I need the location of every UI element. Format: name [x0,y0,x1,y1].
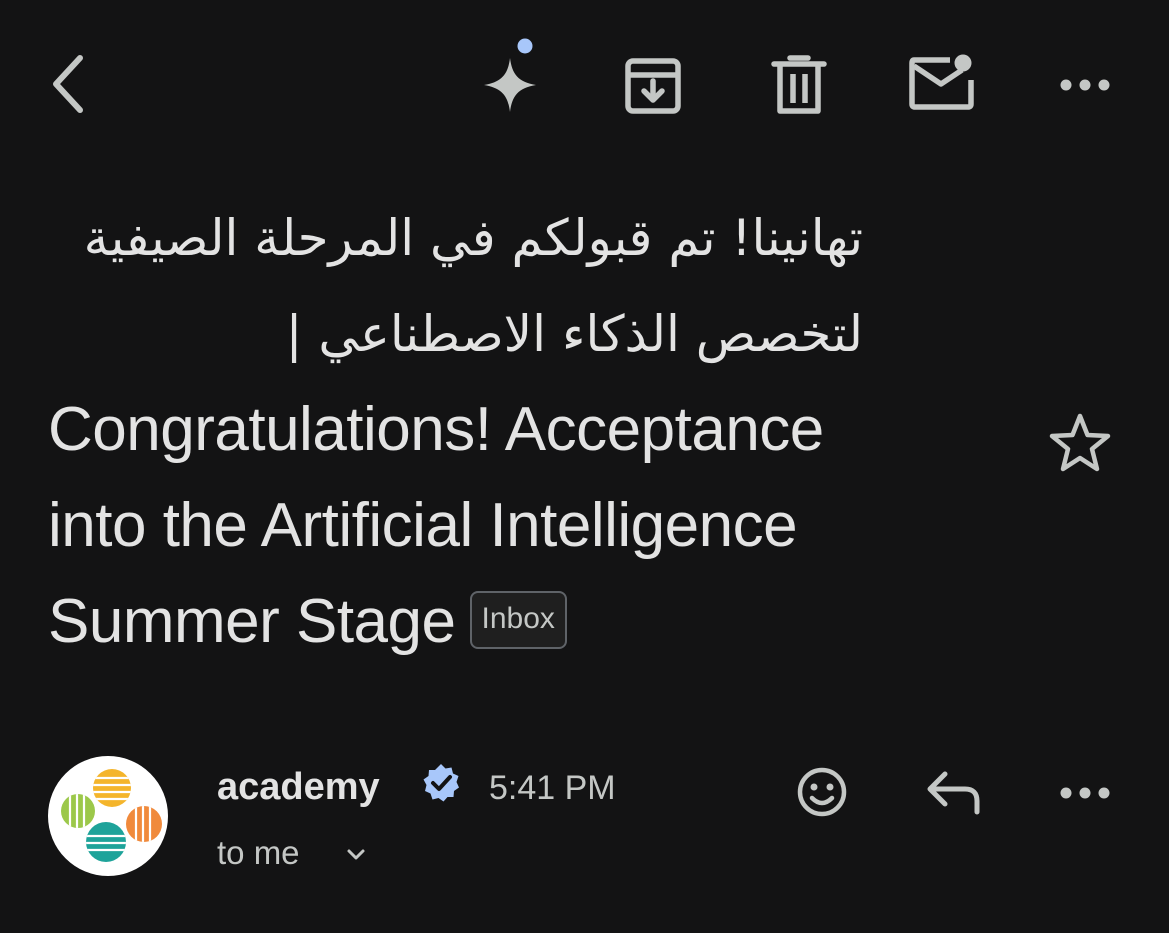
chevron-down-icon[interactable] [341,840,371,870]
academy-logo-icon [61,769,162,862]
reply-icon [927,771,980,815]
subject-arabic-line-1: تهانينا! تم قبولكم في المرحلة الصيفية [83,209,863,267]
gemini-button[interactable] [474,34,550,118]
verified-badge-icon [423,764,459,802]
back-button[interactable] [36,52,100,116]
inbox-label-badge[interactable]: Inbox [469,590,567,649]
notification-dot [517,38,533,54]
subject-english-line-3: Summer Stage [48,587,456,656]
sender-avatar[interactable] [48,756,168,876]
mark-unread-icon [909,54,974,110]
mark-unread-button[interactable] [906,50,978,114]
archive-icon [625,58,681,114]
subject-english-line-1: Congratulations! Acceptance [48,395,824,464]
sender-row: academy 5:41 PM to me [48,756,1128,876]
sparkle-icon [484,38,536,112]
sent-time: 5:41 PM [489,769,616,807]
star-button[interactable] [1046,410,1114,478]
subject-arabic-line-2: لتخصص الذكاء الاصطناعي | [285,305,863,363]
more-horizontal-icon [1060,79,1110,91]
subject-english-line-3-wrap: Summer Stage Inbox [48,574,948,670]
add-reaction-button[interactable] [792,762,852,822]
recipient-summary[interactable]: to me [217,832,300,874]
back-icon [53,55,83,113]
email-subject: تهانينا! تم قبولكم في المرحلة الصيفية لت… [48,190,948,670]
sender-name[interactable]: academy [217,764,380,810]
delete-button[interactable] [768,52,830,118]
trash-icon [771,55,827,114]
subject-english-line-2: into the Artificial Intelligence [48,491,798,560]
message-more-button[interactable] [1056,776,1114,810]
archive-button[interactable] [620,52,686,118]
reply-button[interactable] [922,764,984,820]
top-toolbar [0,0,1169,170]
more-horizontal-icon [1060,787,1110,799]
star-icon [1049,413,1111,472]
more-button[interactable] [1056,68,1114,102]
emoji-icon [797,767,847,817]
